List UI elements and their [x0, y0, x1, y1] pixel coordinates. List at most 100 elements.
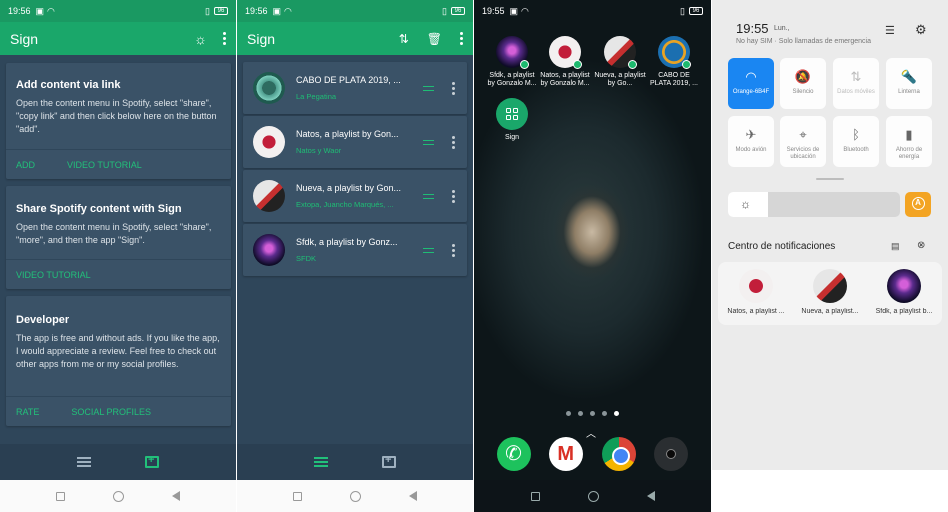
notification-settings-icon[interactable]: ▤	[891, 241, 900, 252]
recents-icon[interactable]	[293, 491, 302, 501]
list-tab-icon[interactable]	[314, 456, 328, 468]
tile-wifi[interactable]: ◠ Orange-6B4F	[728, 58, 774, 109]
clear-all-icon[interactable]: ⊗	[917, 240, 925, 251]
video-tutorial-button[interactable]: VIDEO TUTORIAL	[16, 270, 91, 280]
item-menu-icon[interactable]	[452, 135, 455, 149]
overflow-menu-icon[interactable]	[460, 32, 463, 45]
playlist-cover	[739, 269, 773, 303]
item-subtitle: Natos y Waor	[296, 146, 342, 155]
notification-item-sfdk[interactable]: Sfdk, a playlist b...	[868, 269, 940, 315]
status-bar: 19:55 ▣ ◠ ▯ 96	[474, 0, 711, 22]
shortcut-cabo[interactable]: CABO DE PLATA 2019, ...	[647, 36, 701, 88]
brightness-icon[interactable]: ☼	[194, 31, 207, 47]
list-tab-icon[interactable]	[77, 456, 91, 468]
chrome-icon[interactable]	[601, 437, 636, 471]
shortcut-sfdk[interactable]: Sfdk, a playlist by Gonzalo M...	[485, 36, 539, 88]
developer-card: Developer The app is free and without ad…	[6, 296, 231, 426]
home-icon[interactable]	[587, 490, 599, 502]
status-time: 19:56	[8, 6, 31, 16]
auto-brightness-button[interactable]: A	[905, 192, 931, 217]
social-profiles-button[interactable]: SOCIAL PROFILES	[71, 407, 151, 417]
add-button[interactable]: ADD	[16, 160, 35, 170]
gmail-icon[interactable]	[549, 437, 584, 471]
tile-airplane[interactable]: ✈ Modo avión	[728, 116, 774, 167]
drag-handle-icon[interactable]	[423, 139, 434, 145]
sign-badge-icon	[573, 60, 582, 69]
panel-drag-handle[interactable]	[816, 178, 844, 180]
item-menu-icon[interactable]	[452, 189, 455, 203]
video-tutorial-button[interactable]: VIDEO TUTORIAL	[67, 160, 142, 170]
notification-icon: ▣	[35, 5, 45, 16]
tile-silent[interactable]: 🔕 Silencio	[780, 58, 826, 109]
app-sign[interactable]: Sign	[485, 98, 539, 142]
item-menu-icon[interactable]	[452, 81, 455, 95]
quick-settings-screen: 19:55 Lun., No hay SIM · Solo llamadas d…	[712, 0, 948, 512]
rate-button[interactable]: RATE	[16, 407, 39, 417]
sort-icon[interactable]: ⇅	[399, 32, 409, 46]
back-icon[interactable]	[646, 491, 655, 501]
playlist-cover	[253, 72, 285, 104]
battery-saver-icon: ▮	[905, 127, 913, 142]
delete-icon[interactable]: 🗑	[427, 32, 442, 46]
item-title: Natos, a playlist by Gon...	[296, 129, 399, 139]
wifi-icon: ◠	[284, 5, 292, 16]
page-indicator	[474, 411, 711, 416]
notification-item-natos[interactable]: Natos, a playlist ...	[720, 269, 792, 315]
back-icon[interactable]	[409, 491, 417, 501]
app-bar: Sign ☼	[0, 22, 236, 55]
tile-label: Servicios de ubicación	[786, 147, 820, 160]
sim-status: No hay SIM · Solo llamadas de emergencia	[736, 38, 872, 45]
bluetooth-icon: ᛒ	[852, 127, 860, 142]
drag-handle-icon[interactable]	[423, 193, 434, 199]
phone-icon[interactable]	[497, 437, 532, 471]
notifications-title: Centro de notificaciones	[728, 241, 836, 252]
drag-handle-icon[interactable]	[423, 247, 434, 253]
add-tab-icon[interactable]	[145, 454, 159, 468]
item-subtitle: La Pegatina	[296, 92, 337, 101]
tile-location[interactable]: ⌖ Servicios de ubicación	[780, 116, 826, 167]
shortcut-nueva[interactable]: Nueva, a playlist by Go...	[593, 36, 647, 88]
vibrate-icon: ▯	[680, 5, 685, 16]
overflow-menu-icon[interactable]	[223, 32, 226, 45]
list-item[interactable]: Sfdk, a playlist by Gonz... SFDK	[243, 224, 467, 276]
home-icon[interactable]	[350, 490, 361, 502]
playlist-cover	[253, 180, 285, 212]
qs-date: Lun.,	[774, 25, 790, 32]
tile-mobile-data[interactable]: ⇅ Datos móviles	[833, 58, 879, 109]
list-item[interactable]: CABO DE PLATA 2019, ... La Pegatina	[243, 62, 467, 114]
vibrate-icon: ▯	[205, 5, 210, 16]
camera-icon[interactable]	[653, 437, 688, 471]
playlist-cover	[549, 36, 582, 69]
list-item[interactable]: Natos, a playlist by Gon... Natos y Waor	[243, 116, 467, 168]
share-content-card: Share Spotify content with Sign Open the…	[6, 186, 231, 289]
sign-badge-icon	[520, 60, 529, 69]
location-icon: ⌖	[799, 127, 807, 142]
notification-icon: ▣	[509, 5, 519, 16]
tile-label: Silencio	[792, 89, 814, 95]
qs-time: 19:55	[736, 21, 769, 36]
tile-battery-saver[interactable]: ▮ Ahorro de energía	[886, 116, 932, 167]
card-title: Developer	[16, 314, 70, 326]
back-icon[interactable]	[172, 491, 180, 501]
brightness-slider[interactable]: ☼	[728, 192, 900, 217]
settings-gear-icon[interactable]: ⚙	[915, 22, 927, 38]
home-icon[interactable]	[113, 490, 124, 502]
drag-handle-icon[interactable]	[423, 85, 434, 91]
add-tab-icon[interactable]	[382, 454, 396, 468]
recents-icon[interactable]	[530, 491, 540, 501]
sign-badge-icon	[682, 60, 691, 69]
recents-icon[interactable]	[56, 491, 65, 501]
notification-item-nueva[interactable]: Nueva, a playlist...	[794, 269, 866, 315]
tile-flashlight[interactable]: 🔦 Linterna	[886, 58, 932, 109]
shortcut-label: Sfdk, a playlist by Gonzalo M...	[487, 72, 537, 87]
edit-tiles-icon[interactable]: ☰	[885, 24, 895, 37]
item-menu-icon[interactable]	[452, 243, 455, 257]
flashlight-icon: 🔦	[900, 69, 918, 84]
playlist-cover	[658, 36, 691, 69]
sign-notification-card[interactable]: Natos, a playlist ... Nueva, a playlist.…	[718, 262, 942, 325]
wifi-icon: ◠	[745, 69, 757, 84]
shortcut-natos[interactable]: Natos, a playlist by Gonzalo M...	[538, 36, 592, 88]
tile-bluetooth[interactable]: ᛒ Bluetooth	[833, 116, 879, 167]
list-item[interactable]: Nueva, a playlist by Gon... Extopa, Juan…	[243, 170, 467, 222]
playlist-cover	[253, 126, 285, 158]
